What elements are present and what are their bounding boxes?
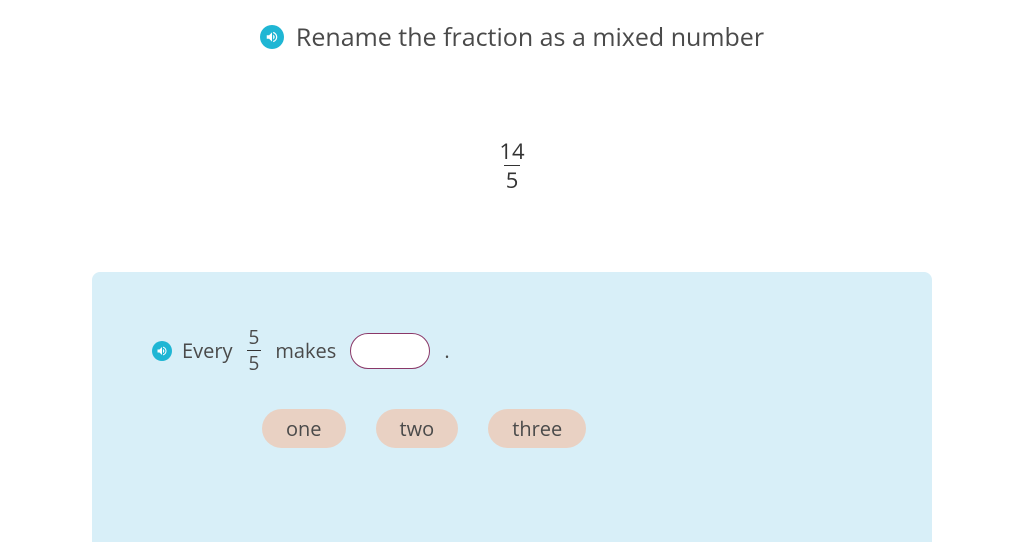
answer-pad: Every 5 5 makes . one two three bbox=[92, 272, 932, 542]
audio-icon[interactable] bbox=[152, 341, 172, 361]
prompt-fraction: 5 5 bbox=[247, 327, 262, 374]
problem-fraction: 14 5 bbox=[0, 139, 1024, 192]
question-title: Rename the fraction as a mixed number bbox=[296, 20, 764, 54]
prompt-fraction-denom: 5 bbox=[247, 350, 262, 374]
audio-icon[interactable] bbox=[260, 25, 284, 49]
option-one[interactable]: one bbox=[262, 409, 346, 448]
prompt-text-after: makes bbox=[275, 337, 336, 364]
problem-numerator: 14 bbox=[497, 139, 526, 165]
option-three[interactable]: three bbox=[488, 409, 586, 448]
option-two[interactable]: two bbox=[376, 409, 459, 448]
prompt-text-end: . bbox=[444, 337, 449, 364]
answer-slot[interactable] bbox=[350, 333, 430, 369]
prompt-fraction-num: 5 bbox=[247, 327, 262, 350]
problem-denominator: 5 bbox=[504, 165, 521, 192]
prompt-row: Every 5 5 makes . bbox=[152, 327, 892, 374]
options-row: one two three bbox=[262, 409, 892, 448]
question-header: Rename the fraction as a mixed number bbox=[0, 0, 1024, 64]
prompt-text-before: Every bbox=[182, 337, 233, 364]
